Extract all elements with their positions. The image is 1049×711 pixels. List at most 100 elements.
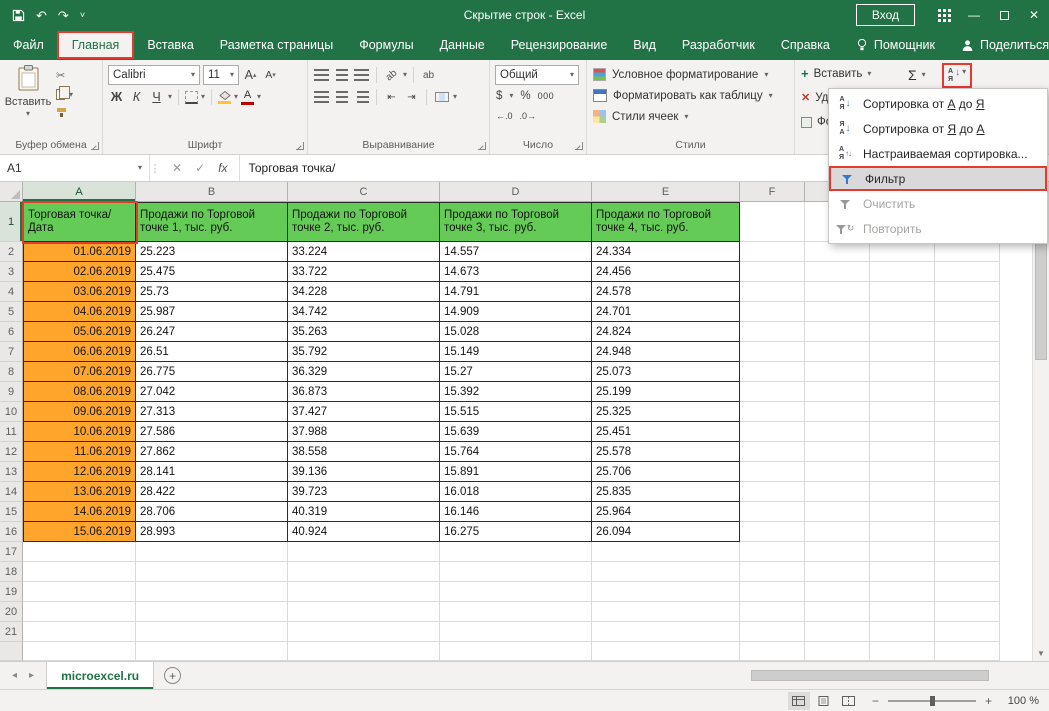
row-header-6[interactable]: 6 — [0, 322, 23, 342]
cell-I5[interactable] — [935, 302, 1000, 322]
orientation-button[interactable] — [383, 66, 400, 84]
borders-icon[interactable] — [185, 91, 198, 104]
cell-H6[interactable] — [870, 322, 935, 342]
cell-B3[interactable]: 25.475 — [136, 262, 288, 282]
cell-G2[interactable] — [805, 242, 870, 262]
cell-E20[interactable] — [592, 602, 740, 622]
cell-E18[interactable] — [592, 562, 740, 582]
name-box[interactable]: A1 ▾ — [0, 155, 150, 181]
cell-I11[interactable] — [935, 422, 1000, 442]
cell-C19[interactable] — [288, 582, 440, 602]
number-dialog-launcher[interactable] — [575, 142, 583, 150]
row-header-9[interactable]: 9 — [0, 382, 23, 402]
cell-F14[interactable] — [740, 482, 805, 502]
sheet-tab-microexcel[interactable]: microexcel.ru — [46, 662, 154, 689]
cell-H4[interactable] — [870, 282, 935, 302]
row-header-1[interactable]: 1 — [0, 202, 23, 242]
row-header-17[interactable]: 17 — [0, 542, 23, 562]
cell-E9[interactable]: 25.199 — [592, 382, 740, 402]
cell-A16[interactable]: 15.06.2019 — [23, 522, 136, 542]
cell-H12[interactable] — [870, 442, 935, 462]
copy-button[interactable]: ▾ — [56, 87, 73, 102]
decrease-indent-button[interactable]: ⇤ — [383, 88, 400, 106]
cell-E10[interactable]: 25.325 — [592, 402, 740, 422]
cell-C5[interactable]: 34.742 — [288, 302, 440, 322]
tab-Файл[interactable]: Файл — [0, 30, 57, 60]
cell-D20[interactable] — [440, 602, 592, 622]
cell-C16[interactable]: 40.924 — [288, 522, 440, 542]
enter-icon[interactable]: ✓ — [195, 161, 205, 175]
cell-G11[interactable] — [805, 422, 870, 442]
cell-styles-button[interactable]: Стили ячеек ▾ — [592, 106, 789, 127]
cell-partial[interactable] — [23, 642, 136, 661]
cell-H17[interactable] — [870, 542, 935, 562]
cell-D18[interactable] — [440, 562, 592, 582]
cell-C2[interactable]: 33.224 — [288, 242, 440, 262]
cell-F15[interactable] — [740, 502, 805, 522]
cell-F21[interactable] — [740, 622, 805, 642]
column-header-E[interactable]: E — [592, 182, 740, 202]
cell-C21[interactable] — [288, 622, 440, 642]
sign-in-button[interactable]: Вход — [856, 4, 915, 26]
cell-F2[interactable] — [740, 242, 805, 262]
decrease-decimal-button[interactable]: .0→ — [520, 111, 537, 121]
tab-Данные[interactable]: Данные — [427, 30, 498, 60]
cell-H2[interactable] — [870, 242, 935, 262]
cell-F1[interactable] — [740, 202, 805, 242]
cell-H20[interactable] — [870, 602, 935, 622]
cell-F3[interactable] — [740, 262, 805, 282]
menu-item-Фильтр[interactable]: Фильтр — [829, 166, 1047, 191]
tab-Разработчик[interactable]: Разработчик — [669, 30, 768, 60]
cell-E7[interactable]: 24.948 — [592, 342, 740, 362]
cell-I16[interactable] — [935, 522, 1000, 542]
cell-F18[interactable] — [740, 562, 805, 582]
cell-F9[interactable] — [740, 382, 805, 402]
cell-I10[interactable] — [935, 402, 1000, 422]
cell-A19[interactable] — [23, 582, 136, 602]
cell-E3[interactable]: 24.456 — [592, 262, 740, 282]
column-header-C[interactable]: C — [288, 182, 440, 202]
merge-center-button[interactable] — [433, 88, 450, 106]
cell-E6[interactable]: 24.824 — [592, 322, 740, 342]
cell-I18[interactable] — [935, 562, 1000, 582]
cell-B18[interactable] — [136, 562, 288, 582]
cell-C20[interactable] — [288, 602, 440, 622]
zoom-percentage[interactable]: 100 % — [1001, 695, 1039, 707]
format-painter-button[interactable] — [56, 106, 73, 121]
column-header-D[interactable]: D — [440, 182, 592, 202]
formula-bar-splitter[interactable]: ⋮ — [150, 155, 160, 181]
cell-D8[interactable]: 15.27 — [440, 362, 592, 382]
cell-G3[interactable] — [805, 262, 870, 282]
cell-H15[interactable] — [870, 502, 935, 522]
cell-H7[interactable] — [870, 342, 935, 362]
cell-E12[interactable]: 25.578 — [592, 442, 740, 462]
cell-H3[interactable] — [870, 262, 935, 282]
tab-Формулы[interactable]: Формулы — [346, 30, 426, 60]
cell-H21[interactable] — [870, 622, 935, 642]
cell-D7[interactable]: 15.149 — [440, 342, 592, 362]
cell-A17[interactable] — [23, 542, 136, 562]
row-header-11[interactable]: 11 — [0, 422, 23, 442]
cell-B11[interactable]: 27.586 — [136, 422, 288, 442]
cell-A5[interactable]: 04.06.2019 — [23, 302, 136, 322]
cell-I17[interactable] — [935, 542, 1000, 562]
cell-E21[interactable] — [592, 622, 740, 642]
cell-C9[interactable]: 36.873 — [288, 382, 440, 402]
tab-Вид[interactable]: Вид — [620, 30, 669, 60]
cell-D9[interactable]: 15.392 — [440, 382, 592, 402]
zoom-slider[interactable] — [888, 700, 976, 702]
row-header-21[interactable]: 21 — [0, 622, 23, 642]
cell-G6[interactable] — [805, 322, 870, 342]
redo-icon[interactable]: ↷ — [58, 9, 69, 22]
conditional-formatting-button[interactable]: Условное форматирование ▾ — [592, 64, 789, 85]
cell-H5[interactable] — [870, 302, 935, 322]
decrease-font-size-button[interactable]: А▾ — [262, 66, 279, 84]
cell-D19[interactable] — [440, 582, 592, 602]
scroll-down-icon[interactable]: ▼ — [1033, 645, 1049, 661]
cell-D5[interactable]: 14.909 — [440, 302, 592, 322]
row-header-5[interactable]: 5 — [0, 302, 23, 322]
cell-G10[interactable] — [805, 402, 870, 422]
cell-C10[interactable]: 37.427 — [288, 402, 440, 422]
cell-A8[interactable]: 07.06.2019 — [23, 362, 136, 382]
cell-I7[interactable] — [935, 342, 1000, 362]
